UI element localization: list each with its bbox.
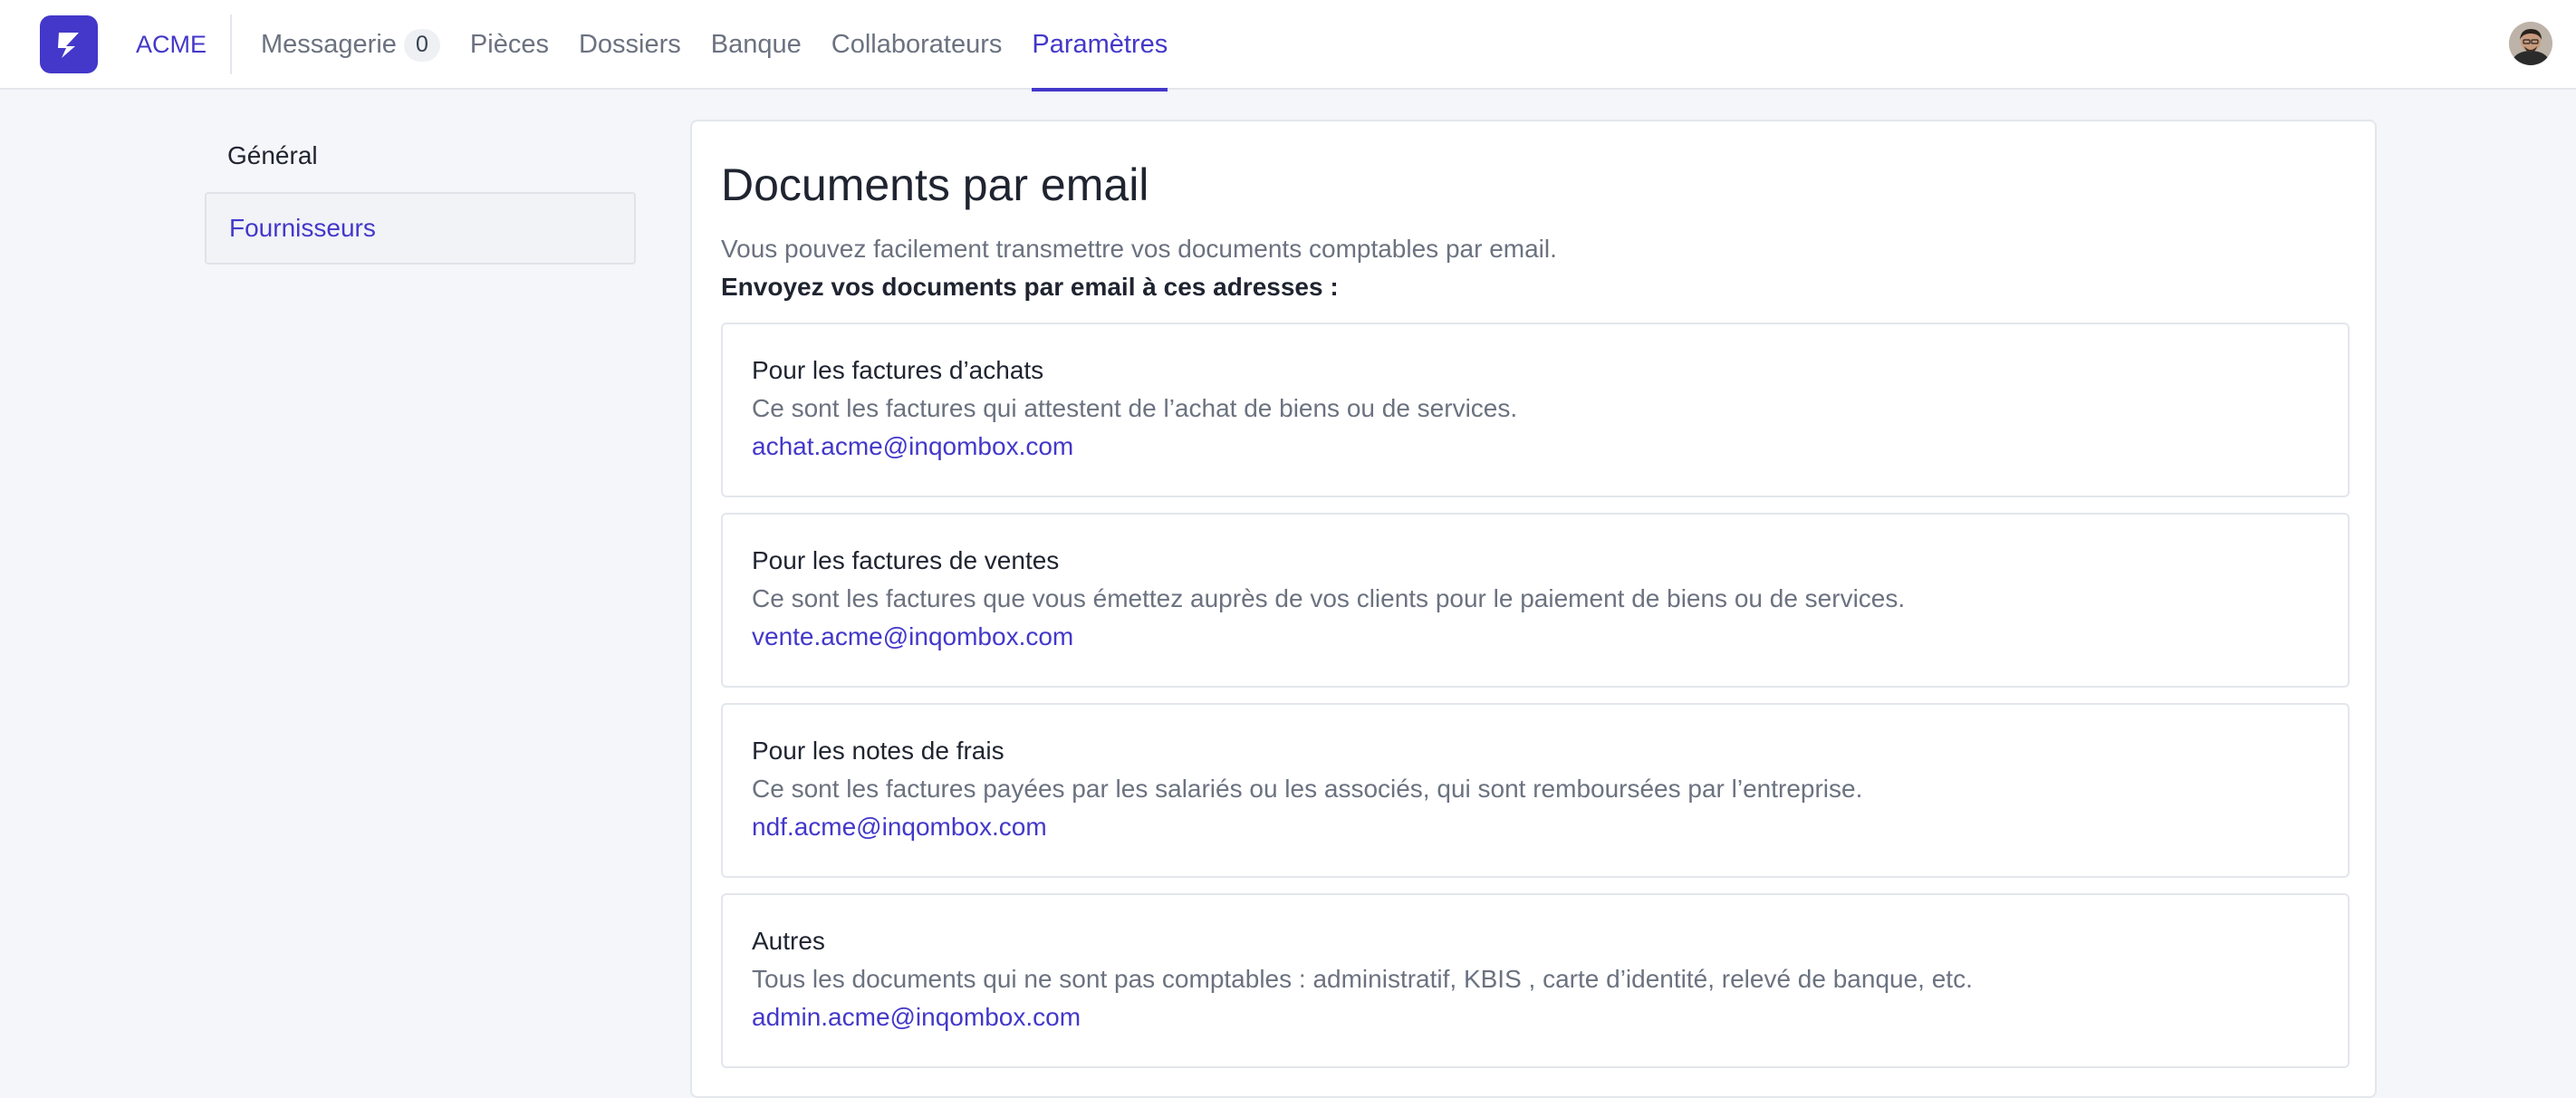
email-card-ventes: Pour les factures de ventes Ce sont les … bbox=[721, 513, 2350, 688]
nav-item-label: Collaborateurs bbox=[831, 30, 1003, 59]
top-navigation-bar: ACME Messagerie 0 Pièces Dossiers Banque… bbox=[0, 0, 2576, 92]
email-link-achats[interactable]: achat.acme@inqombox.com bbox=[752, 431, 1073, 462]
page-title: Documents par email bbox=[721, 159, 1149, 210]
email-link-admin[interactable]: admin.acme@inqombox.com bbox=[752, 1002, 1081, 1033]
nav-item-banque[interactable]: Banque bbox=[711, 0, 802, 90]
card-description: Ce sont les factures payées par les sala… bbox=[752, 775, 1863, 803]
nav-item-pieces[interactable]: Pièces bbox=[470, 0, 549, 90]
card-title: Pour les factures de ventes bbox=[752, 546, 1060, 574]
organization-name[interactable]: ACME bbox=[136, 29, 207, 60]
card-title: Pour les notes de frais bbox=[752, 737, 1004, 765]
user-avatar[interactable] bbox=[2509, 22, 2552, 65]
sidebar-item-fournisseurs[interactable]: Fournisseurs bbox=[205, 192, 636, 265]
card-description: Tous les documents qui ne sont pas compt… bbox=[752, 965, 1973, 993]
nav-item-label: Paramètres bbox=[1032, 30, 1168, 59]
nav-item-dossiers[interactable]: Dossiers bbox=[579, 0, 681, 90]
documents-email-panel: Documents par email Vous pouvez facileme… bbox=[690, 120, 2377, 1098]
email-card-achats: Pour les factures d’achats Ce sont les f… bbox=[721, 323, 2350, 497]
email-link-ventes[interactable]: vente.acme@inqombox.com bbox=[752, 621, 1073, 652]
intro-text: Vous pouvez facilement transmettre vos d… bbox=[721, 235, 1557, 263]
nav-divider bbox=[230, 14, 232, 74]
main-nav: Messagerie 0 Pièces Dossiers Banque Coll… bbox=[261, 0, 1197, 92]
sidebar-item-general[interactable]: Général bbox=[205, 120, 636, 192]
nav-item-label: Messagerie bbox=[261, 30, 397, 59]
nav-item-label: Pièces bbox=[469, 30, 549, 59]
sidebar-item-label: Fournisseurs bbox=[229, 214, 376, 242]
unread-count-badge: 0 bbox=[403, 28, 440, 62]
sidebar-item-label: Général bbox=[227, 141, 318, 169]
email-link-ndf[interactable]: ndf.acme@inqombox.com bbox=[752, 812, 1047, 843]
email-card-notes-de-frais: Pour les notes de frais Ce sont les fact… bbox=[721, 703, 2350, 878]
card-title: Pour les factures d’achats bbox=[752, 356, 1044, 384]
nav-item-messagerie[interactable]: Messagerie 0 bbox=[261, 0, 440, 90]
email-card-autres: Autres Tous les documents qui ne sont pa… bbox=[721, 893, 2350, 1068]
card-title: Autres bbox=[752, 927, 825, 955]
nav-item-label: Dossiers bbox=[578, 30, 681, 59]
nav-item-label: Banque bbox=[710, 30, 802, 59]
nav-item-parametres[interactable]: Paramètres bbox=[1032, 0, 1168, 92]
nav-item-collaborateurs[interactable]: Collaborateurs bbox=[831, 0, 1003, 90]
intro-instruction: Envoyez vos documents par email à ces ad… bbox=[721, 273, 1339, 301]
lightning-logo-icon[interactable] bbox=[40, 15, 98, 73]
card-description: Ce sont les factures qui attestent de l’… bbox=[752, 394, 1518, 422]
card-description: Ce sont les factures que vous émettez au… bbox=[752, 584, 1906, 612]
